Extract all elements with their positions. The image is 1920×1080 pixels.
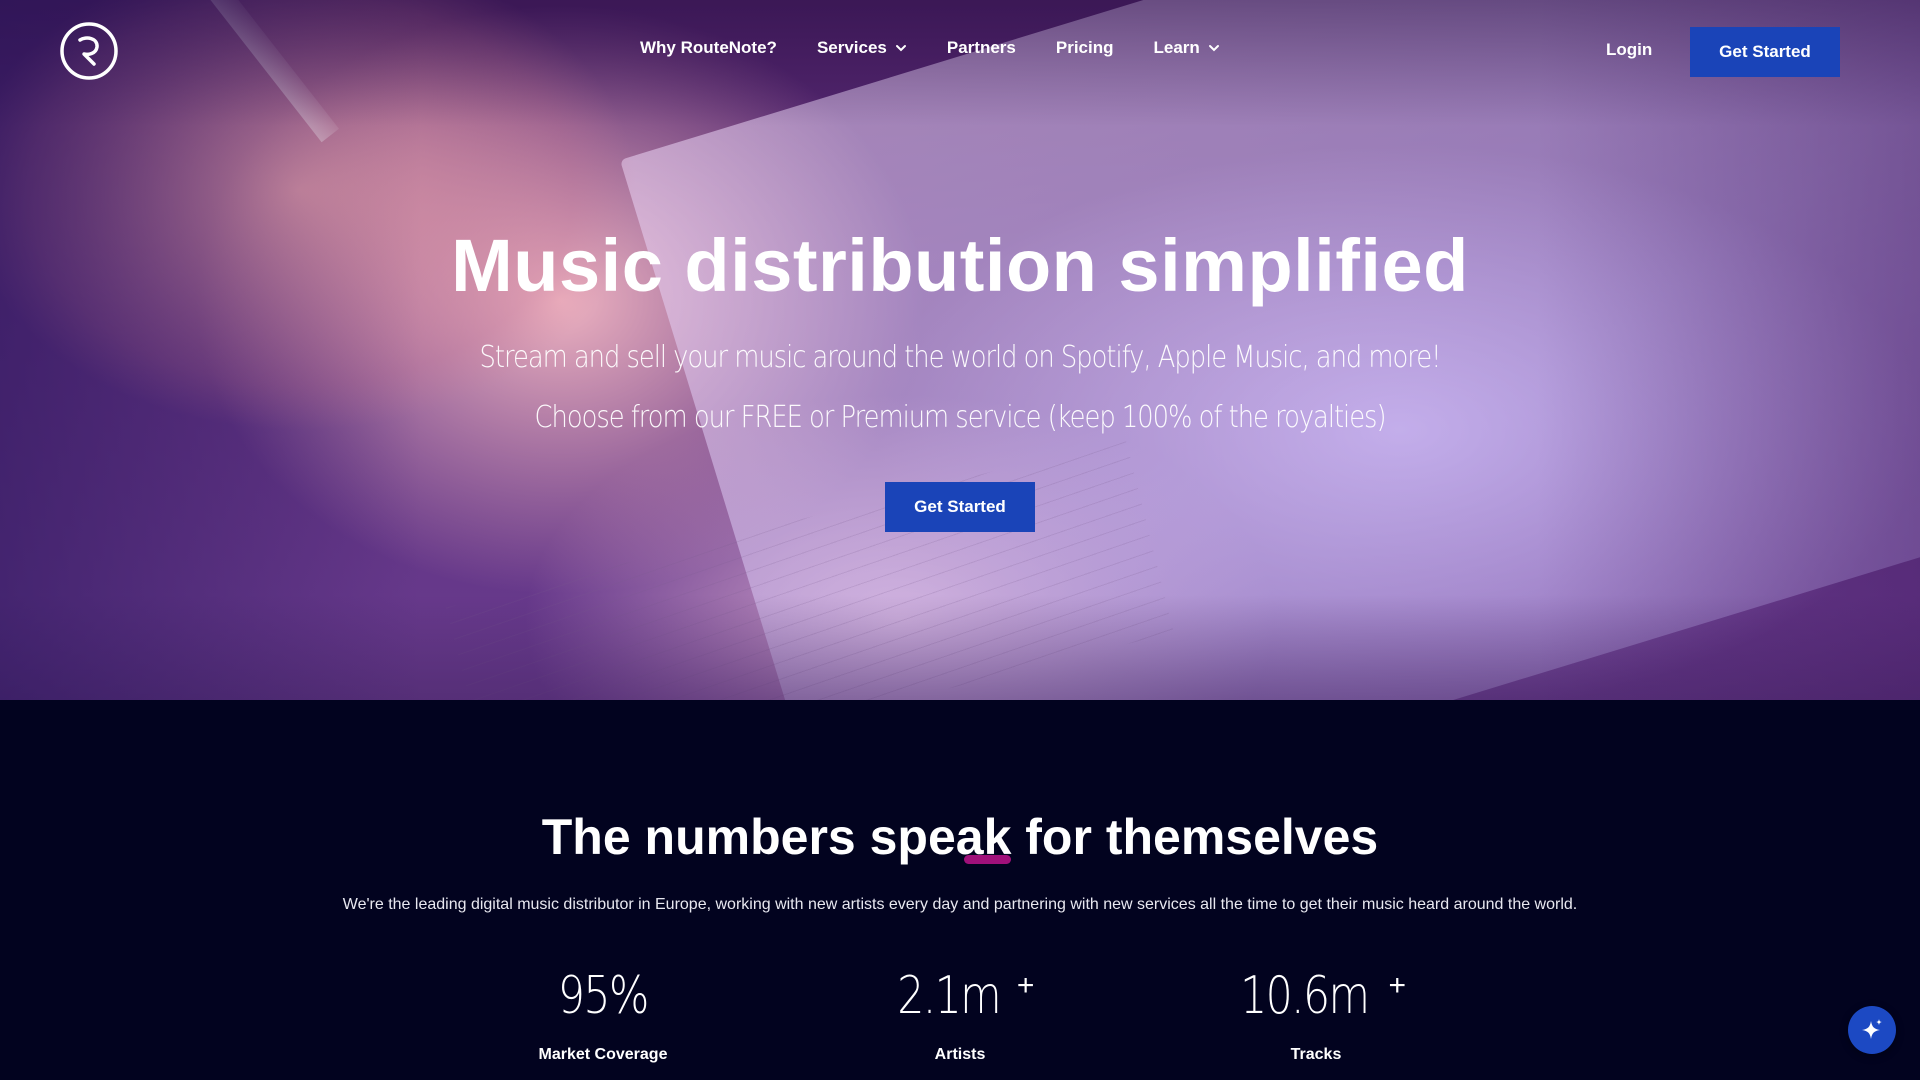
nav-link-why-routenote[interactable]: Why RouteNote? — [640, 38, 777, 58]
assistant-button[interactable] — [1848, 1006, 1896, 1054]
stat-value: 95% — [558, 966, 649, 1026]
chevron-down-icon — [1208, 45, 1219, 52]
stat-market-coverage: 95% Market Coverage — [453, 966, 753, 1064]
nav-get-started-button[interactable]: Get Started — [1690, 27, 1840, 77]
nav-link-partners[interactable]: Partners — [947, 38, 1016, 58]
stat-plus: + — [1388, 969, 1406, 1002]
hero-subtitle-line-1: Stream and sell your music around the wo… — [479, 340, 1442, 375]
login-link[interactable]: Login — [1606, 40, 1652, 60]
sparkle-icon — [1862, 1019, 1882, 1039]
chevron-down-icon — [895, 45, 906, 52]
stats-title-highlight-text: eak — [927, 809, 1012, 865]
nav-link-label: Learn — [1153, 38, 1200, 57]
nav-link-label: Why RouteNote? — [640, 38, 777, 57]
top-navigation: Why RouteNote? Services Partners Pricing… — [0, 0, 1920, 102]
nav-links: Why RouteNote? Services Partners Pricing… — [640, 38, 1260, 58]
hero-title-text: Music distribution si — [451, 224, 1182, 307]
stats-title-suffix: for themselves — [1011, 809, 1379, 865]
hero-get-started-button[interactable]: Get Started — [885, 482, 1035, 532]
stat-value: 10.6m — [1240, 966, 1370, 1026]
stat-plus: + — [1016, 969, 1035, 1002]
stat-label: Tracks — [1290, 1046, 1342, 1063]
hero-subtitle-line-2: Choose from our FREE or Premium service … — [534, 400, 1387, 435]
nav-link-learn[interactable]: Learn — [1154, 38, 1220, 58]
nav-link-label: Services — [816, 38, 887, 57]
hero-title: Music distribution simplified — [0, 222, 1920, 310]
stat-label: Market Coverage — [538, 1046, 668, 1063]
nav-link-services[interactable]: Services — [817, 38, 907, 58]
nav-link-label: Partners — [946, 38, 1016, 57]
stats-title-highlight: eak — [927, 808, 1012, 866]
stat-tracks: 10.6m + Tracks — [1166, 966, 1466, 1064]
hero-title-highlight-text: mplified — [1181, 224, 1469, 307]
stats-description: We're the leading digital music distribu… — [342, 896, 1578, 913]
nav-link-pricing[interactable]: Pricing — [1056, 38, 1114, 58]
stats-title: The numbers speak for themselves — [0, 808, 1920, 866]
stat-label: Artists — [934, 1046, 986, 1063]
hero-title-highlight: mplified — [1181, 222, 1469, 310]
stat-artists: 2.1m + Artists — [810, 966, 1110, 1064]
stats-title-text: The numbers sp — [541, 809, 928, 865]
routenote-logo-icon[interactable] — [60, 22, 118, 80]
stat-value: 2.1m — [896, 966, 1001, 1026]
nav-link-label: Pricing — [1055, 38, 1114, 57]
